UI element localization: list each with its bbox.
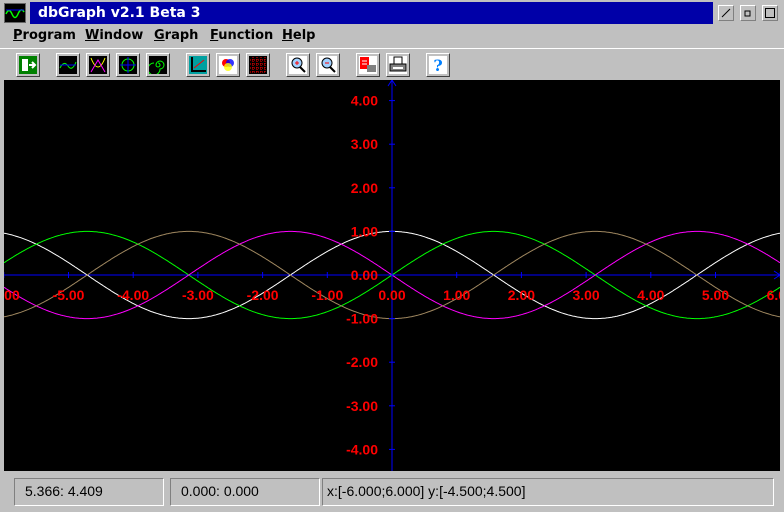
toolbar: ? — [0, 48, 784, 80]
zoom-out-icon — [319, 56, 337, 74]
origin-coordinates: 0.000: 0.000 — [170, 478, 320, 506]
grid-icon — [249, 56, 267, 74]
help-icon: ? — [429, 56, 447, 74]
exit-button[interactable] — [16, 53, 40, 77]
axes-icon — [189, 56, 207, 74]
graph-line-icon — [59, 56, 77, 74]
color-icon — [219, 56, 237, 74]
x-tick-label-8: 2.00 — [508, 287, 535, 303]
menu-help[interactable]: Help — [282, 28, 315, 43]
print-preview-icon — [359, 56, 377, 74]
x-tick-label-9: 3.00 — [572, 287, 599, 303]
x-tick-label-10: 4.00 — [637, 287, 664, 303]
maximize-icon — [765, 8, 775, 18]
graph-multi-icon — [89, 56, 107, 74]
app-window: dbGraph v2.1 Beta 3 Program Window Graph… — [0, 0, 784, 512]
spiral-icon — [149, 56, 167, 74]
y-tick-label-1: 3.00 — [351, 136, 378, 152]
app-icon[interactable] — [4, 3, 26, 23]
menu-graph-mnemonic: G — [154, 28, 165, 43]
spiral-button[interactable] — [146, 53, 170, 77]
menu-function-label: unction — [218, 28, 274, 43]
axes-button[interactable] — [186, 53, 210, 77]
menu-bar: Program Window Graph Function Help — [0, 26, 784, 46]
title-bar-fill: dbGraph v2.1 Beta 3 — [30, 2, 713, 24]
x-tick-label-2: -4.00 — [117, 287, 149, 303]
x-tick-label-11: 5.00 — [702, 287, 729, 303]
menu-graph-label: raph — [164, 28, 199, 43]
graph-canvas[interactable]: -6.00-5.00-4.00-3.00-2.00-1.000.001.002.… — [4, 80, 780, 471]
polar-icon — [119, 56, 137, 74]
cursor-coordinates: 5.366: 4.409 — [14, 478, 164, 506]
menu-help-mnemonic: H — [282, 28, 293, 43]
menu-program-label: rogram — [22, 28, 76, 43]
print-preview-button[interactable] — [356, 53, 380, 77]
print-icon — [389, 56, 407, 74]
view-range: x:[-6.000;6.000] y:[-4.500;4.500] — [322, 478, 774, 506]
menu-window-label: indow — [99, 28, 144, 43]
menu-function[interactable]: Function — [210, 28, 273, 43]
maximize-button[interactable] — [762, 5, 778, 21]
grid-button[interactable] — [246, 53, 270, 77]
x-tick-label-5: -1.00 — [311, 287, 343, 303]
minimize-icon — [744, 10, 751, 17]
menu-graph[interactable]: Graph — [154, 28, 198, 43]
zoom-in-icon — [289, 56, 307, 74]
menu-window-mnemonic: W — [85, 28, 100, 43]
x-tick-label-4: -2.00 — [247, 287, 279, 303]
close-icon — [721, 8, 731, 18]
function-plot[interactable]: -6.00-5.00-4.00-3.00-2.00-1.000.001.002.… — [4, 80, 780, 471]
title-bar[interactable]: dbGraph v2.1 Beta 3 — [0, 0, 784, 26]
y-tick-label-2: 2.00 — [351, 180, 378, 196]
minimize-button[interactable] — [740, 5, 756, 21]
zoom-in-button[interactable] — [286, 53, 310, 77]
x-tick-label-7: 1.00 — [443, 287, 470, 303]
color-button[interactable] — [216, 53, 240, 77]
y-tick-label-7: -3.00 — [346, 398, 378, 414]
menu-help-label: elp — [292, 28, 316, 43]
x-tick-label-3: -3.00 — [182, 287, 214, 303]
graph-line-button[interactable] — [56, 53, 80, 77]
y-tick-label-0: 4.00 — [351, 93, 378, 109]
menu-program-mnemonic: P — [13, 28, 23, 43]
window-title: dbGraph v2.1 Beta 3 — [38, 5, 201, 21]
y-tick-label-3: 1.00 — [351, 223, 378, 239]
graph-multi-button[interactable] — [86, 53, 110, 77]
close-button[interactable] — [718, 5, 734, 21]
print-button[interactable] — [386, 53, 410, 77]
x-tick-label-12: 6.00 — [767, 287, 780, 303]
polar-button[interactable] — [116, 53, 140, 77]
svg-text:?: ? — [433, 56, 442, 74]
x-tick-label-6: 0.00 — [378, 287, 405, 303]
menu-window[interactable]: Window — [85, 28, 143, 43]
status-bar: 5.366: 4.409 0.000: 0.000 x:[-6.000;6.00… — [0, 474, 784, 512]
menu-function-mnemonic: F — [210, 28, 219, 43]
menu-program[interactable]: Program — [13, 28, 76, 43]
y-tick-label-zero: 0.00 — [351, 267, 378, 283]
exit-icon — [19, 56, 37, 74]
x-tick-label-0: -6.00 — [4, 287, 20, 303]
y-tick-label-6: -2.00 — [346, 354, 378, 370]
x-tick-label-1: -5.00 — [53, 287, 85, 303]
help-button[interactable]: ? — [426, 53, 450, 77]
y-tick-label-8: -4.00 — [346, 441, 378, 457]
zoom-out-button[interactable] — [316, 53, 340, 77]
y-tick-label-5: -1.00 — [346, 311, 378, 327]
